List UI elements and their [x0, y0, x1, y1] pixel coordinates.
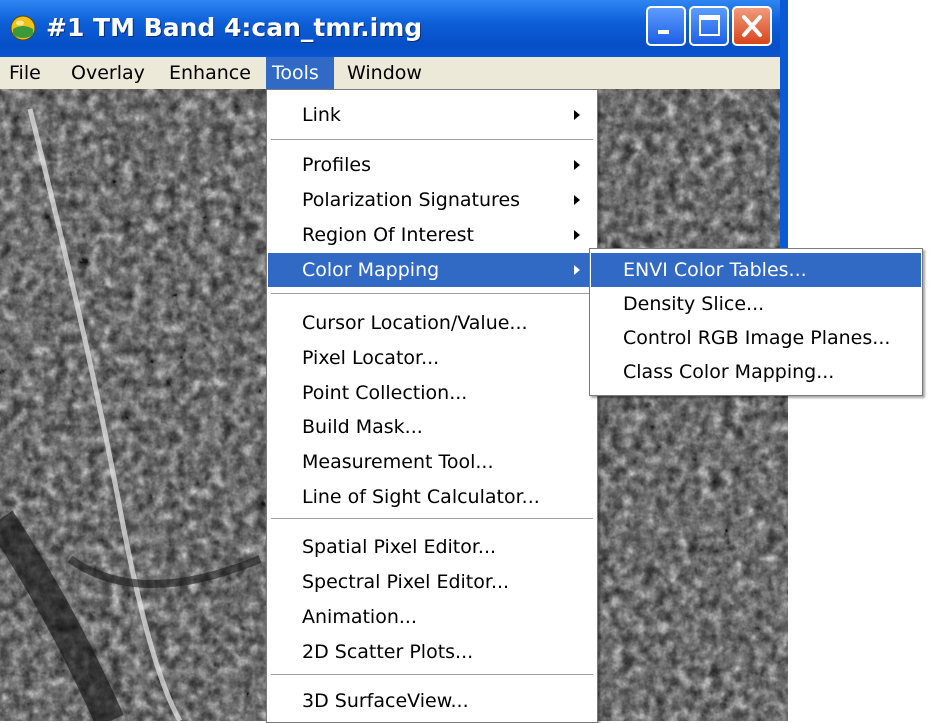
- menu-item-line-of-sight-calculator[interactable]: Line of Sight Calculator...: [268, 480, 596, 514]
- menu-item-label: Line of Sight Calculator...: [302, 486, 540, 508]
- menu-item-class-color-mapping[interactable]: Class Color Mapping...: [591, 355, 921, 389]
- menu-bar: File Overlay Enhance Tools Window: [0, 57, 788, 89]
- menu-separator: [271, 518, 593, 519]
- menu-item-label: Animation...: [302, 606, 417, 628]
- menu-item-profiles[interactable]: Profiles: [268, 148, 596, 182]
- tools-menu: Link Profiles Polarization Signatures Re…: [266, 89, 598, 723]
- submenu-arrow-icon: [574, 160, 580, 170]
- close-button[interactable]: [732, 6, 772, 46]
- menu-item-region-of-interest[interactable]: Region Of Interest: [268, 218, 596, 252]
- menu-item-point-collection[interactable]: Point Collection...: [268, 376, 596, 410]
- menu-window[interactable]: Window: [340, 57, 429, 89]
- menu-item-label: Point Collection...: [302, 382, 468, 404]
- menu-item-spatial-pixel-editor[interactable]: Spatial Pixel Editor...: [268, 530, 596, 564]
- menu-separator: [271, 293, 593, 294]
- close-icon: [742, 15, 762, 37]
- menu-item-label: ENVI Color Tables...: [623, 259, 807, 281]
- menu-item-label: Polarization Signatures: [302, 189, 521, 211]
- menu-item-label: Build Mask...: [302, 416, 423, 438]
- envi-globe-icon: [10, 15, 36, 41]
- menu-file[interactable]: File: [2, 57, 48, 89]
- submenu-arrow-icon: [574, 265, 580, 275]
- menu-item-label: Profiles: [302, 154, 371, 176]
- menu-separator: [271, 139, 593, 140]
- submenu-arrow-icon: [574, 195, 580, 205]
- menu-item-build-mask[interactable]: Build Mask...: [268, 410, 596, 444]
- menu-item-label: Color Mapping: [302, 259, 440, 281]
- title-bar[interactable]: #1 TM Band 4:can_tmr.img: [0, 0, 788, 57]
- submenu-arrow-icon: [574, 110, 580, 120]
- menu-item-label: Cursor Location/Value...: [302, 312, 528, 334]
- window-title: #1 TM Band 4:can_tmr.img: [46, 13, 423, 42]
- menu-item-density-slice[interactable]: Density Slice...: [591, 287, 921, 321]
- maximize-icon: [699, 15, 720, 36]
- menu-item-3d-surfaceview[interactable]: 3D SurfaceView...: [268, 684, 596, 718]
- menu-item-label: Link: [302, 104, 341, 126]
- color-mapping-submenu: ENVI Color Tables... Density Slice... Co…: [589, 248, 923, 396]
- menu-item-cursor-location-value[interactable]: Cursor Location/Value...: [268, 306, 596, 340]
- menu-item-label: 2D Scatter Plots...: [302, 641, 474, 663]
- minimize-icon: [658, 30, 669, 34]
- menu-separator: [271, 674, 593, 675]
- menu-item-label: Spectral Pixel Editor...: [302, 571, 510, 593]
- menu-item-measurement-tool[interactable]: Measurement Tool...: [268, 445, 596, 479]
- menu-item-label: Control RGB Image Planes...: [623, 327, 891, 349]
- menu-item-pixel-locator[interactable]: Pixel Locator...: [268, 341, 596, 375]
- menu-item-link[interactable]: Link: [268, 98, 596, 132]
- submenu-arrow-icon: [574, 230, 580, 240]
- menu-item-label: Measurement Tool...: [302, 451, 494, 473]
- menu-item-2d-scatter-plots[interactable]: 2D Scatter Plots...: [268, 635, 596, 669]
- window-frame-edge: [780, 0, 788, 250]
- menu-item-control-rgb-image-planes[interactable]: Control RGB Image Planes...: [591, 321, 921, 355]
- menu-item-spectral-pixel-editor[interactable]: Spectral Pixel Editor...: [268, 565, 596, 599]
- menu-tools[interactable]: Tools: [266, 57, 334, 89]
- menu-item-polarization-signatures[interactable]: Polarization Signatures: [268, 183, 596, 217]
- menu-item-label: Class Color Mapping...: [623, 361, 835, 383]
- menu-item-color-mapping[interactable]: Color Mapping: [268, 253, 596, 287]
- menu-item-envi-color-tables[interactable]: ENVI Color Tables...: [591, 253, 921, 287]
- minimize-button[interactable]: [646, 6, 686, 46]
- menu-item-animation[interactable]: Animation...: [268, 600, 596, 634]
- menu-item-label: Pixel Locator...: [302, 347, 440, 369]
- menu-item-label: Region Of Interest: [302, 224, 474, 246]
- menu-item-label: Density Slice...: [623, 293, 765, 315]
- menu-item-label: 3D SurfaceView...: [302, 690, 469, 712]
- menu-overlay[interactable]: Overlay: [64, 57, 152, 89]
- menu-item-label: Spatial Pixel Editor...: [302, 536, 497, 558]
- maximize-button[interactable]: [689, 6, 729, 46]
- menu-enhance[interactable]: Enhance: [162, 57, 258, 89]
